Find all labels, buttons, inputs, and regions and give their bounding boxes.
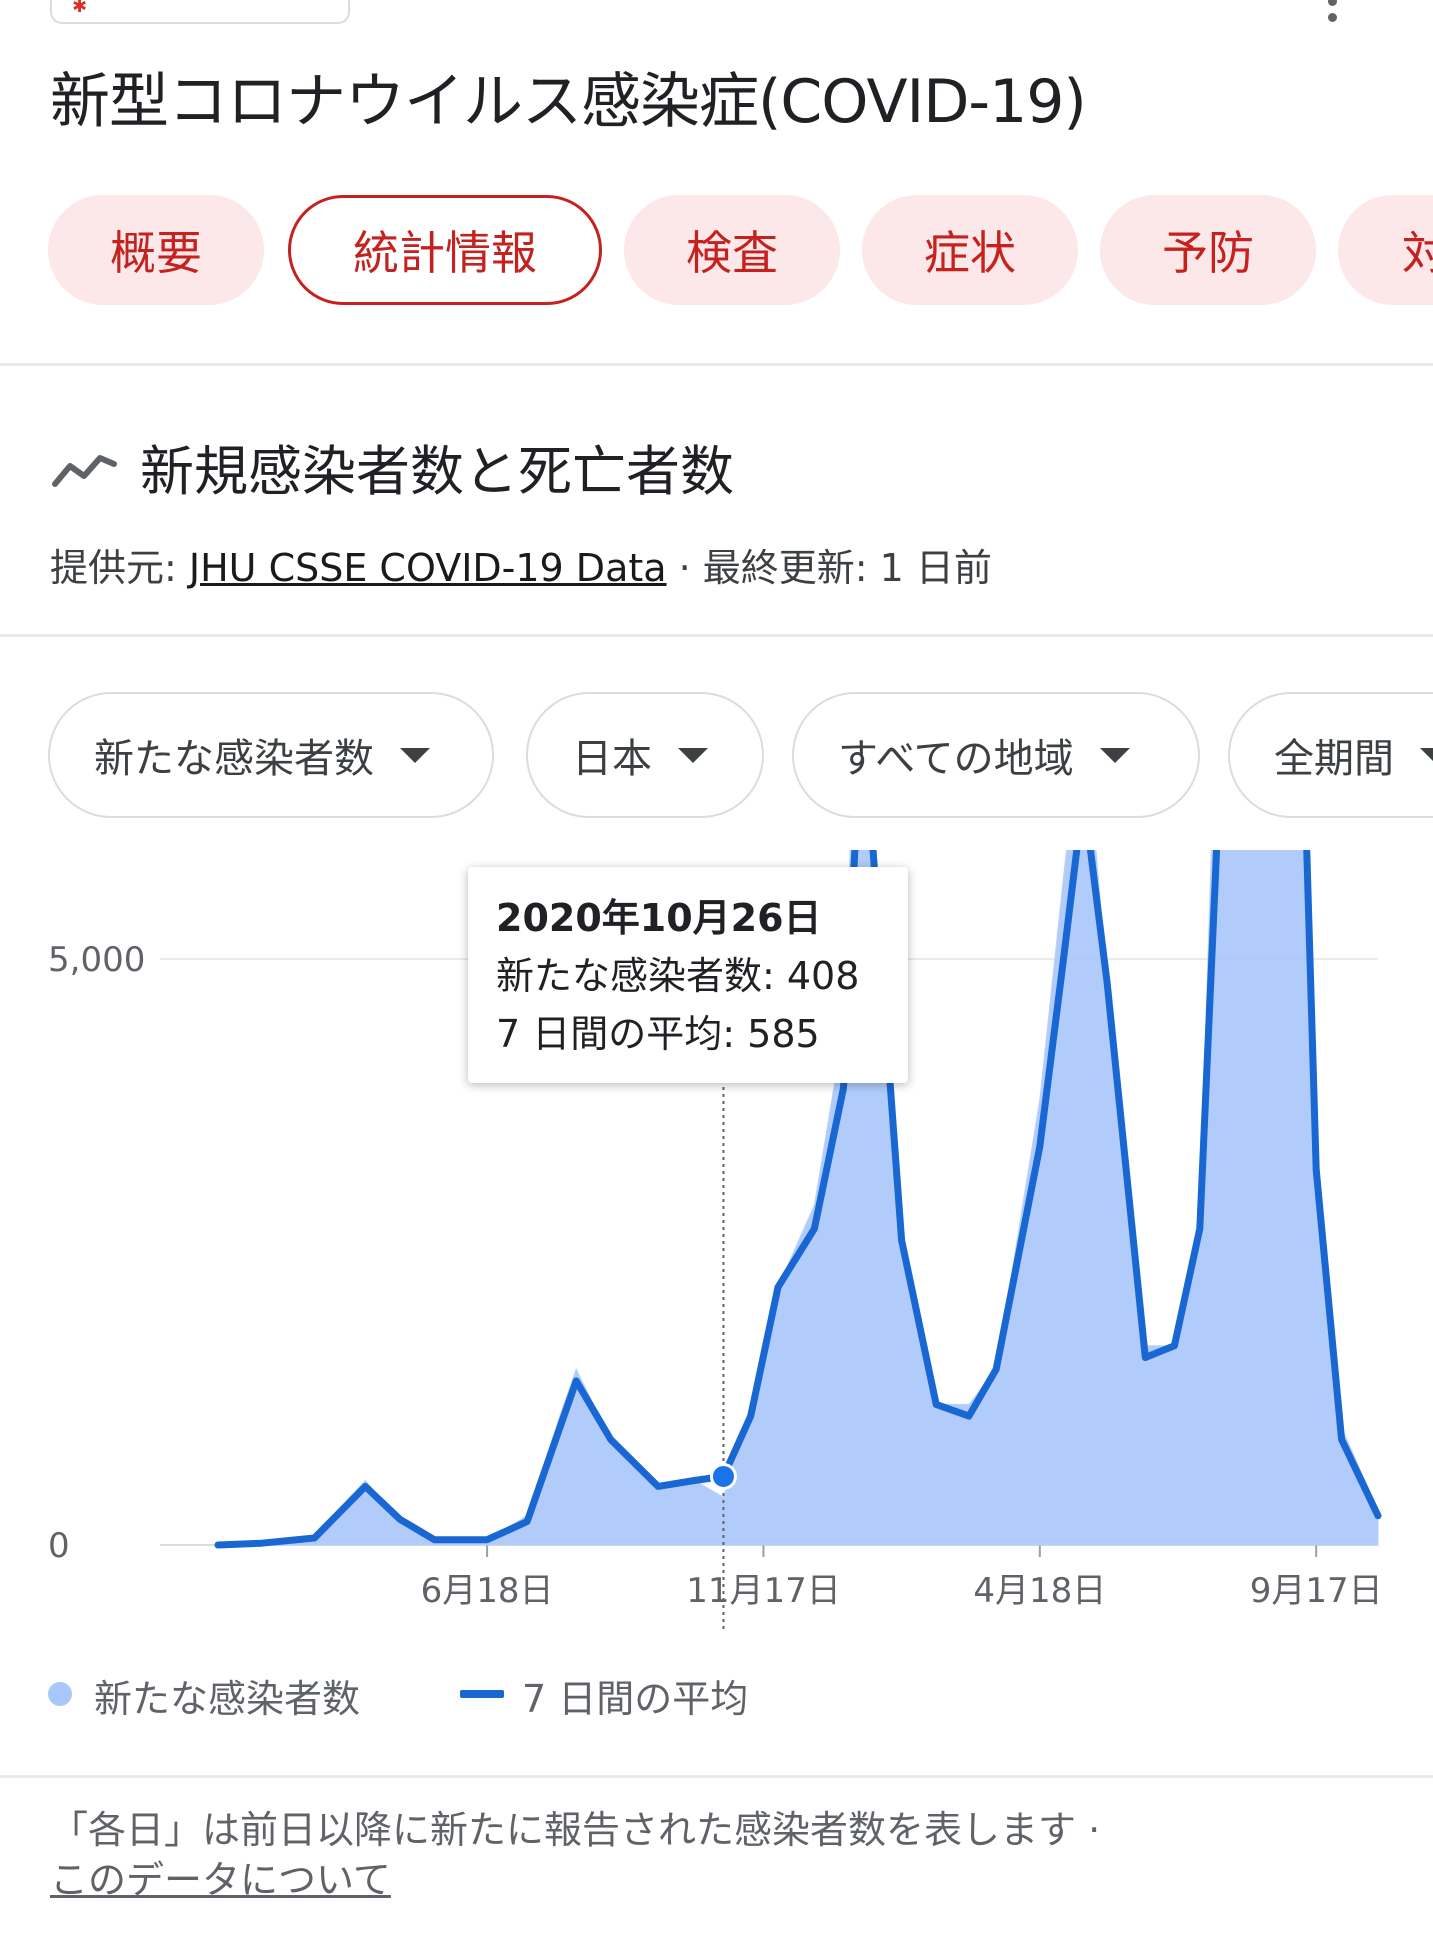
chart-tooltip: 2020年10月26日 新たな感染者数: 408 7 日間の平均: 585: [468, 867, 908, 1083]
legend-new-cases: 新たな感染者数: [94, 1677, 361, 1721]
y-tick-label: 0: [48, 1526, 70, 1566]
trending-line-icon: [52, 455, 117, 487]
country-dropdown-label: 日本: [572, 736, 652, 782]
source-line: 提供元: JHU CSSE COVID-19 Data · 最終更新: 1 日前: [50, 537, 992, 592]
metric-dropdown[interactable]: 新たな感染者数: [48, 692, 494, 818]
dropdown-arrow-icon: [1099, 747, 1130, 763]
divider: [0, 1775, 1433, 1778]
y-tick-label: 5,000: [48, 940, 145, 980]
footnote-text: 「各日」は前日以降に新たに報告された感染者数を表します ·: [50, 1808, 1101, 1852]
source-prefix: 提供元:: [50, 546, 189, 590]
chart-legend: 新たな感染者数 7 日間の平均: [46, 1668, 946, 1721]
divider: [0, 634, 1433, 637]
legend-average: 7 日間の平均: [522, 1677, 749, 1721]
divider: [0, 363, 1433, 366]
last-updated: · 最終更新: 1 日前: [666, 546, 992, 590]
tab-prevention[interactable]: 予防: [1100, 195, 1316, 305]
region-dropdown[interactable]: すべての地域: [792, 692, 1200, 818]
topic-tabs: 概要 統計情報 検査 症状 予防 対: [48, 195, 1433, 305]
tab-statistics[interactable]: 統計情報: [288, 195, 602, 305]
metric-dropdown-label: 新たな感染者数: [94, 736, 374, 782]
footnote: 「各日」は前日以降に新たに報告された感染者数を表します · このデータについて: [50, 1805, 1390, 1905]
more-options-icon[interactable]: [1320, 0, 1344, 30]
x-tick-label: 9月17日: [1250, 1571, 1383, 1611]
about-data-link[interactable]: このデータについて: [50, 1855, 1390, 1905]
x-tick-label: 4月18日: [973, 1571, 1106, 1611]
tooltip-new-cases: 新たな感染者数: 408: [496, 954, 860, 998]
x-tick-label: 11月17日: [686, 1571, 841, 1611]
legend-cases-swatch: [48, 1682, 72, 1706]
country-dropdown[interactable]: 日本: [526, 692, 764, 818]
tab-symptoms[interactable]: 症状: [862, 195, 1078, 305]
filter-chips: 新たな感染者数 日本 すべての地域 全期間: [48, 692, 1433, 820]
region-dropdown-label: すべての地域: [838, 736, 1074, 782]
dropdown-arrow-icon: [678, 747, 708, 763]
tab-treatment[interactable]: 対: [1338, 195, 1433, 305]
dropdown-arrow-icon: [1420, 747, 1433, 763]
period-dropdown-label: 全期間: [1274, 736, 1394, 782]
dropdown-arrow-icon: [400, 747, 430, 763]
x-tick-label: 6月18日: [421, 1571, 554, 1611]
tooltip-average: 7 日間の平均: 585: [496, 1012, 820, 1056]
legend-average-swatch: [460, 1690, 504, 1698]
previous-card-edge: ✱: [50, 0, 350, 24]
tab-testing[interactable]: 検査: [624, 195, 840, 305]
tooltip-date: 2020年10月26日: [496, 896, 822, 940]
virus-icon: ✱: [72, 0, 88, 17]
source-link[interactable]: JHU CSSE COVID-19 Data: [189, 546, 667, 590]
hover-point: [709, 1462, 737, 1490]
period-dropdown[interactable]: 全期間: [1228, 692, 1433, 818]
tab-overview[interactable]: 概要: [48, 195, 264, 305]
section-title: 新規感染者数と死亡者数: [140, 440, 734, 503]
page-title: 新型コロナウイルス感染症(COVID-19): [50, 67, 1087, 137]
